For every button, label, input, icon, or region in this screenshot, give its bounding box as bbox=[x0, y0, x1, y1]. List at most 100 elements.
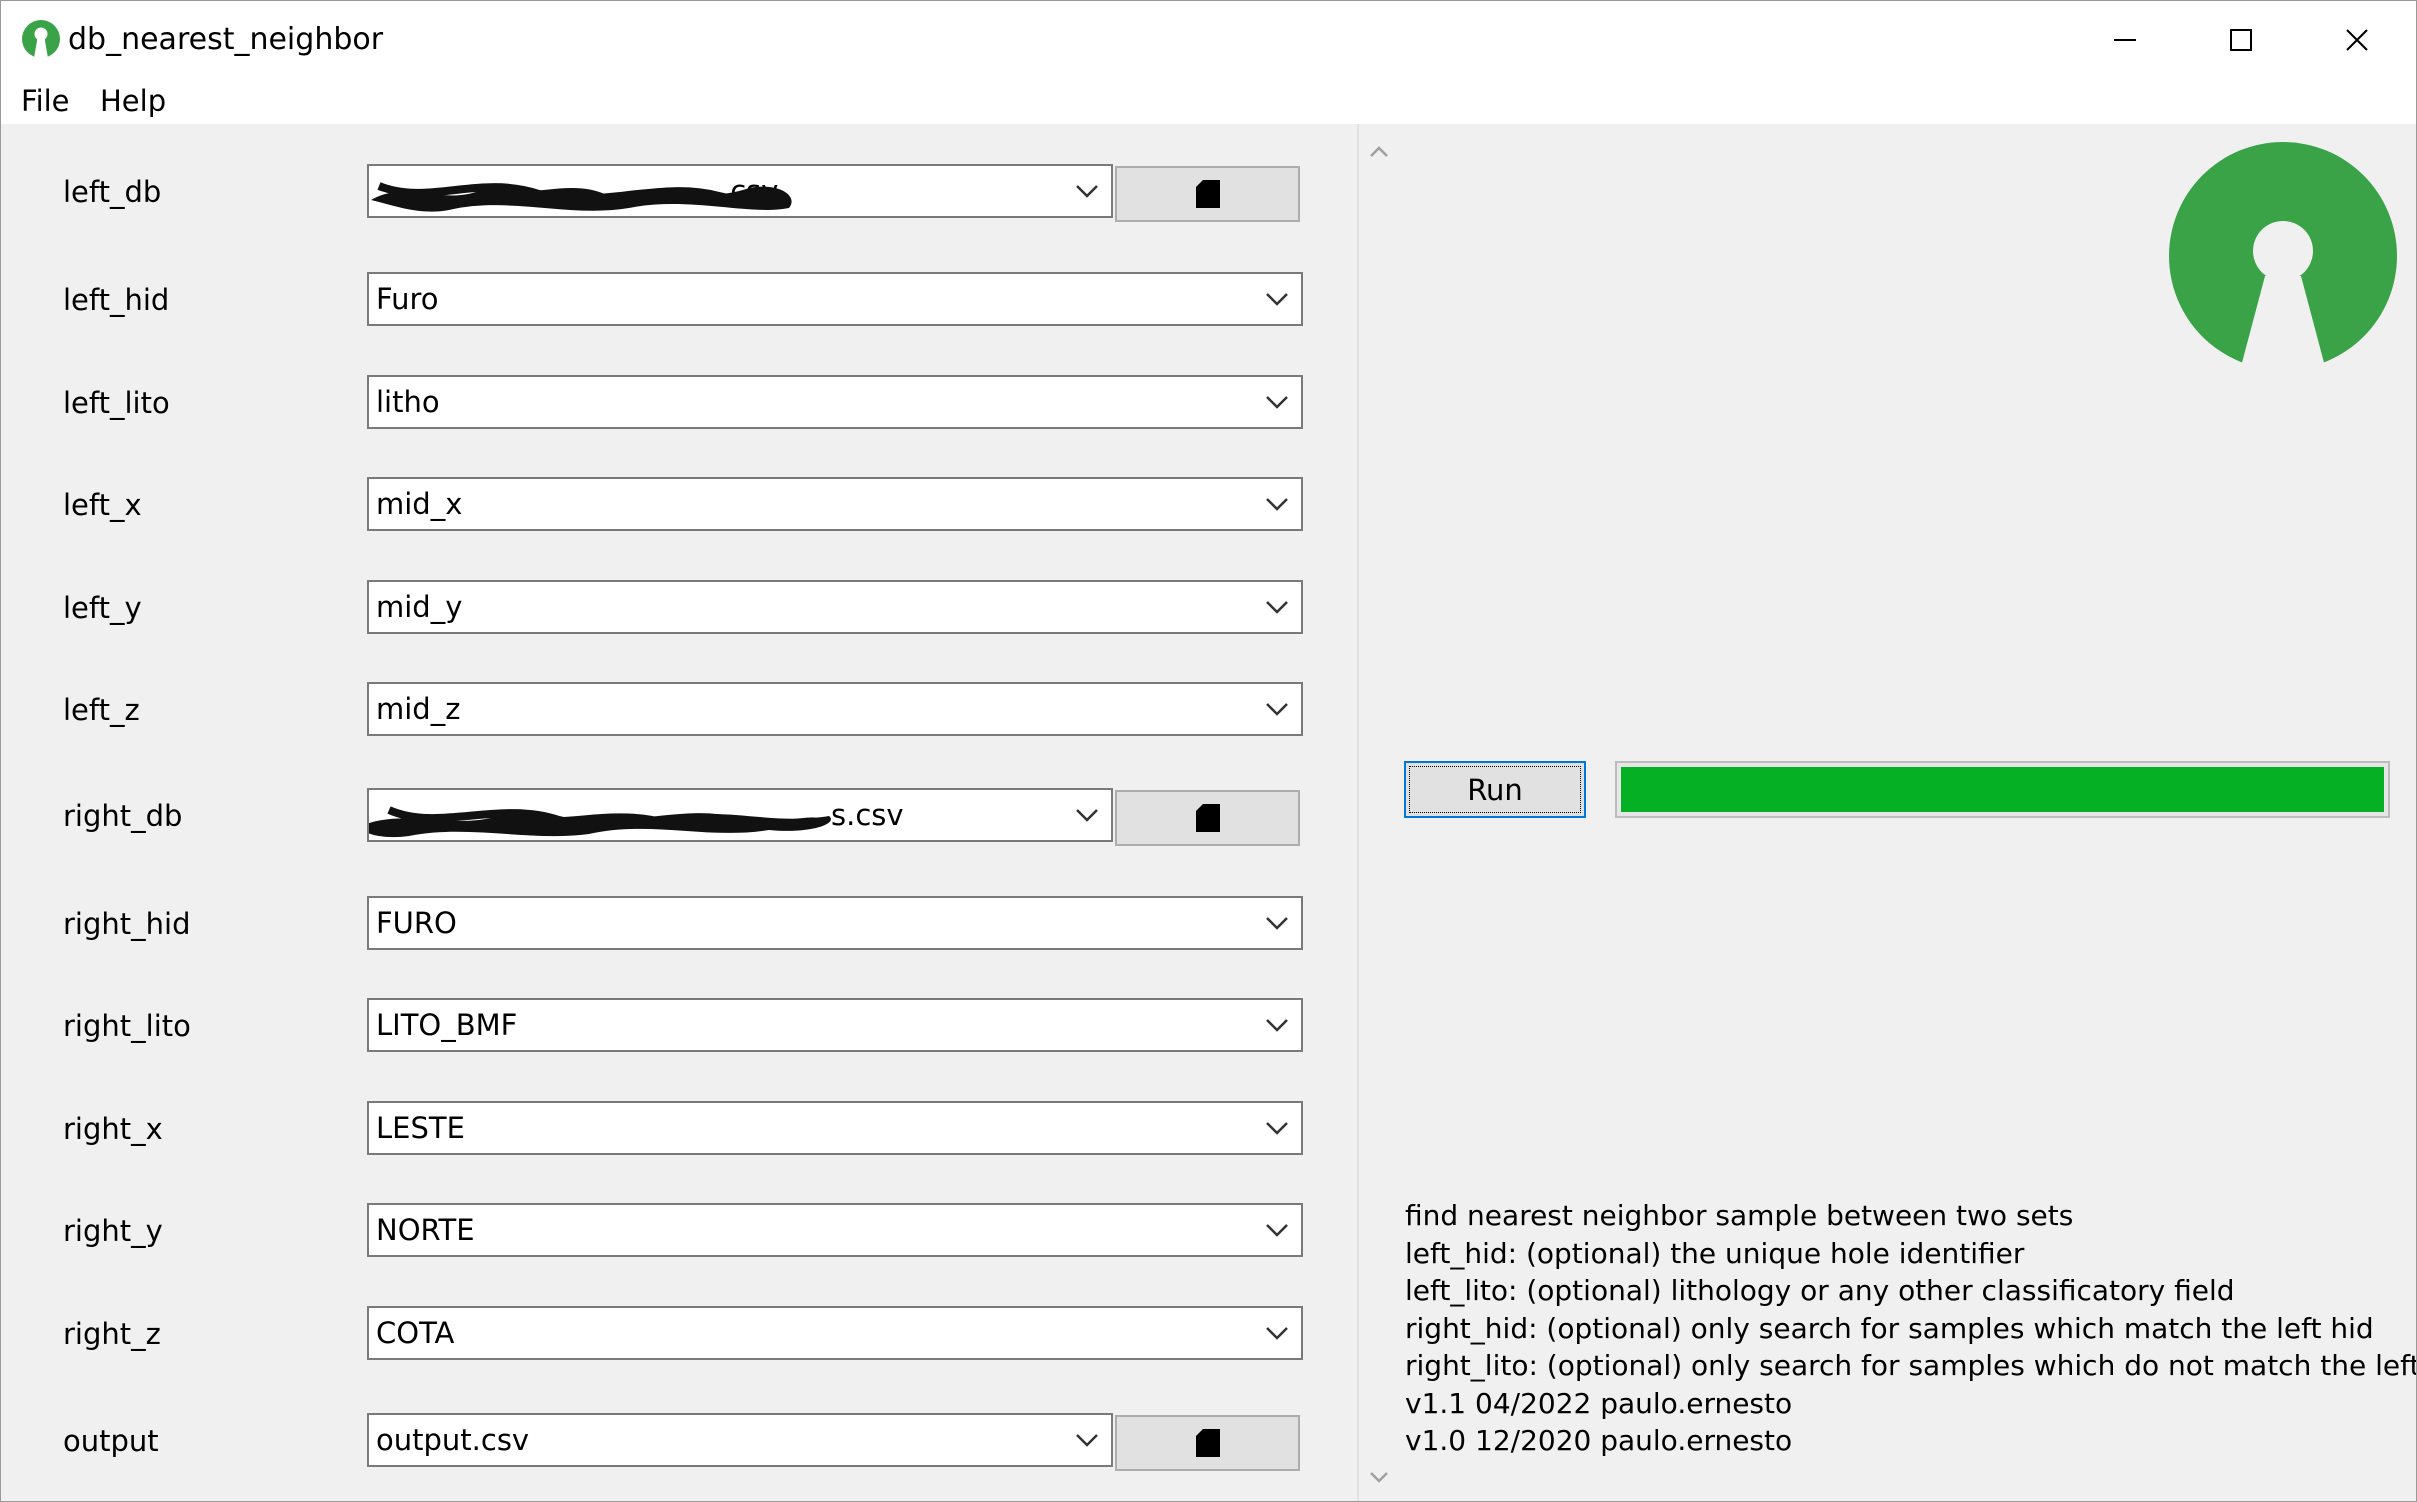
file-icon bbox=[1195, 804, 1220, 832]
combobox-value: LESTE bbox=[376, 1111, 465, 1145]
field-label: right_db bbox=[63, 799, 183, 833]
chevron-down-icon bbox=[1075, 790, 1099, 840]
browse-output-button[interactable] bbox=[1115, 1415, 1300, 1471]
open-source-logo-icon bbox=[2169, 142, 2397, 374]
right-z-combobox[interactable]: COTA bbox=[367, 1306, 1303, 1360]
field-row-right-z: right_z COTA bbox=[1, 1294, 1357, 1374]
app-window: db_nearest_neighbor File Help left_db .c… bbox=[0, 0, 2417, 1502]
combobox-value: mid_y bbox=[376, 590, 463, 624]
chevron-down-icon bbox=[1265, 1000, 1289, 1050]
info-line: v1.1 04/2022 paulo.ernesto bbox=[1405, 1386, 1793, 1420]
menu-help[interactable]: Help bbox=[100, 84, 166, 118]
field-label: right_x bbox=[63, 1112, 163, 1146]
left-y-combobox[interactable]: mid_y bbox=[367, 580, 1303, 634]
redaction-scribble bbox=[369, 806, 831, 837]
info-line: find nearest neighbor sample between two… bbox=[1405, 1199, 2074, 1232]
minimize-button[interactable] bbox=[2067, 1, 2183, 78]
field-row-left-lito: left_lito litho bbox=[1, 363, 1357, 443]
info-line: v1.0 12/2020 paulo.ernesto bbox=[1405, 1424, 1793, 1457]
combobox-value: mid_x bbox=[376, 487, 463, 521]
browse-left-db-button[interactable] bbox=[1115, 166, 1300, 222]
field-row-right-hid: right_hid FURO bbox=[1, 884, 1357, 964]
field-row-right-lito: right_lito LITO_BMF bbox=[1, 986, 1357, 1066]
chevron-down-icon bbox=[1075, 1415, 1099, 1465]
chevron-down-icon bbox=[1075, 166, 1099, 216]
combobox-value: s.csv bbox=[831, 798, 904, 832]
close-icon bbox=[2346, 28, 2368, 51]
combobox-value: FURO bbox=[376, 906, 457, 940]
chevron-down-icon bbox=[1265, 898, 1289, 948]
file-icon bbox=[1195, 1429, 1220, 1457]
left-z-combobox[interactable]: mid_z bbox=[367, 682, 1303, 736]
chevron-down-icon bbox=[1265, 377, 1289, 427]
chevron-down-icon bbox=[1265, 1308, 1289, 1358]
scroll-up-icon[interactable] bbox=[1367, 140, 1391, 164]
combobox-value: output.csv bbox=[376, 1423, 530, 1457]
output-panel: Run find nearest neighbor sample between… bbox=[1359, 124, 2416, 1501]
chevron-down-icon bbox=[1265, 1205, 1289, 1255]
parameters-panel: left_db .csv left_hid Furo left_lito lit… bbox=[1, 124, 1357, 1501]
field-row-left-y: left_y mid_y bbox=[1, 568, 1357, 648]
run-button[interactable]: Run bbox=[1404, 761, 1586, 818]
info-line: right_hid: (optional) only search for sa… bbox=[1405, 1311, 2374, 1345]
file-icon bbox=[1195, 180, 1220, 208]
info-line: left_hid: (optional) the unique hole ide… bbox=[1405, 1236, 2025, 1270]
browse-right-db-button[interactable] bbox=[1115, 790, 1300, 846]
field-row-left-z: left_z mid_z bbox=[1, 670, 1357, 750]
info-line: right_lito: (optional) only search for s… bbox=[1405, 1349, 2417, 1382]
chevron-down-icon bbox=[1265, 479, 1289, 529]
field-label: left_z bbox=[63, 693, 140, 727]
field-row-left-db: left_db .csv bbox=[1, 152, 1357, 232]
left-lito-combobox[interactable]: litho bbox=[367, 375, 1303, 429]
field-label: left_x bbox=[63, 488, 142, 522]
field-label: right_lito bbox=[63, 1009, 191, 1043]
field-label: left_y bbox=[63, 591, 142, 625]
field-row-left-hid: left_hid Furo bbox=[1, 260, 1357, 340]
chevron-down-icon bbox=[1265, 684, 1289, 734]
field-row-output: output output.csv bbox=[1, 1401, 1357, 1481]
menu-file[interactable]: File bbox=[21, 84, 70, 118]
info-text: find nearest neighbor sample between two… bbox=[1405, 1197, 2417, 1460]
combobox-value: litho bbox=[376, 385, 440, 419]
progress-bar bbox=[1615, 761, 2390, 818]
right-lito-combobox[interactable]: LITO_BMF bbox=[367, 998, 1303, 1052]
output-combobox[interactable]: output.csv bbox=[367, 1413, 1113, 1467]
field-label: left_lito bbox=[63, 386, 170, 420]
combobox-value: .csv bbox=[721, 174, 779, 208]
minimize-icon bbox=[2114, 38, 2136, 41]
combobox-value: LITO_BMF bbox=[376, 1008, 518, 1042]
field-row-left-x: left_x mid_x bbox=[1, 465, 1357, 545]
field-row-right-db: right_db s.csv bbox=[1, 776, 1357, 856]
left-db-combobox[interactable]: .csv bbox=[367, 164, 1113, 218]
scroll-down-icon[interactable] bbox=[1367, 1465, 1391, 1489]
field-label: right_y bbox=[63, 1214, 163, 1248]
combobox-value: mid_z bbox=[376, 692, 461, 726]
right-db-combobox[interactable]: s.csv bbox=[367, 788, 1113, 842]
field-label: right_hid bbox=[63, 907, 191, 941]
chevron-down-icon bbox=[1265, 582, 1289, 632]
field-label: right_z bbox=[63, 1317, 161, 1351]
right-hid-combobox[interactable]: FURO bbox=[367, 896, 1303, 950]
info-line: left_lito: (optional) lithology or any o… bbox=[1405, 1274, 2235, 1307]
right-y-combobox[interactable]: NORTE bbox=[367, 1203, 1303, 1257]
combobox-value: NORTE bbox=[376, 1213, 475, 1247]
right-x-combobox[interactable]: LESTE bbox=[367, 1101, 1303, 1155]
left-hid-combobox[interactable]: Furo bbox=[367, 272, 1303, 326]
left-x-combobox[interactable]: mid_x bbox=[367, 477, 1303, 531]
focus-rectangle bbox=[1409, 766, 1581, 813]
progress-fill bbox=[1621, 767, 2384, 812]
close-button[interactable] bbox=[2299, 1, 2415, 78]
chevron-down-icon bbox=[1265, 274, 1289, 324]
window-title: db_nearest_neighbor bbox=[68, 22, 384, 57]
combobox-value: COTA bbox=[376, 1316, 455, 1350]
app-logo-icon bbox=[22, 20, 60, 58]
maximize-icon bbox=[2230, 28, 2252, 51]
combobox-value: Furo bbox=[376, 282, 439, 316]
title-bar[interactable]: db_nearest_neighbor bbox=[1, 1, 2416, 78]
field-label: left_db bbox=[63, 175, 162, 209]
field-row-right-x: right_x LESTE bbox=[1, 1089, 1357, 1169]
field-row-right-y: right_y NORTE bbox=[1, 1191, 1357, 1271]
field-label: output bbox=[63, 1424, 159, 1458]
maximize-button[interactable] bbox=[2183, 1, 2299, 78]
field-label: left_hid bbox=[63, 283, 170, 317]
